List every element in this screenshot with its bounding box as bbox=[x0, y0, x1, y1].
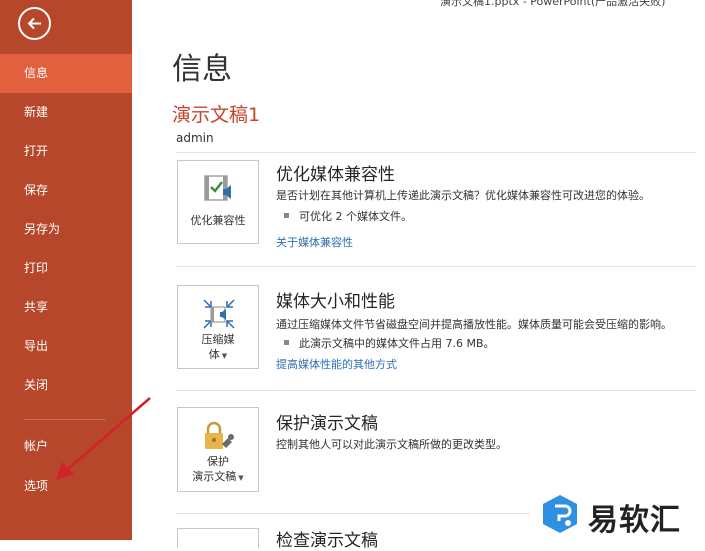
watermark-text: 易软汇 bbox=[588, 503, 681, 538]
watermark: 易软汇 bbox=[530, 487, 705, 540]
annotation-arrow bbox=[56, 397, 151, 480]
watermark-logo-icon bbox=[543, 495, 577, 533]
